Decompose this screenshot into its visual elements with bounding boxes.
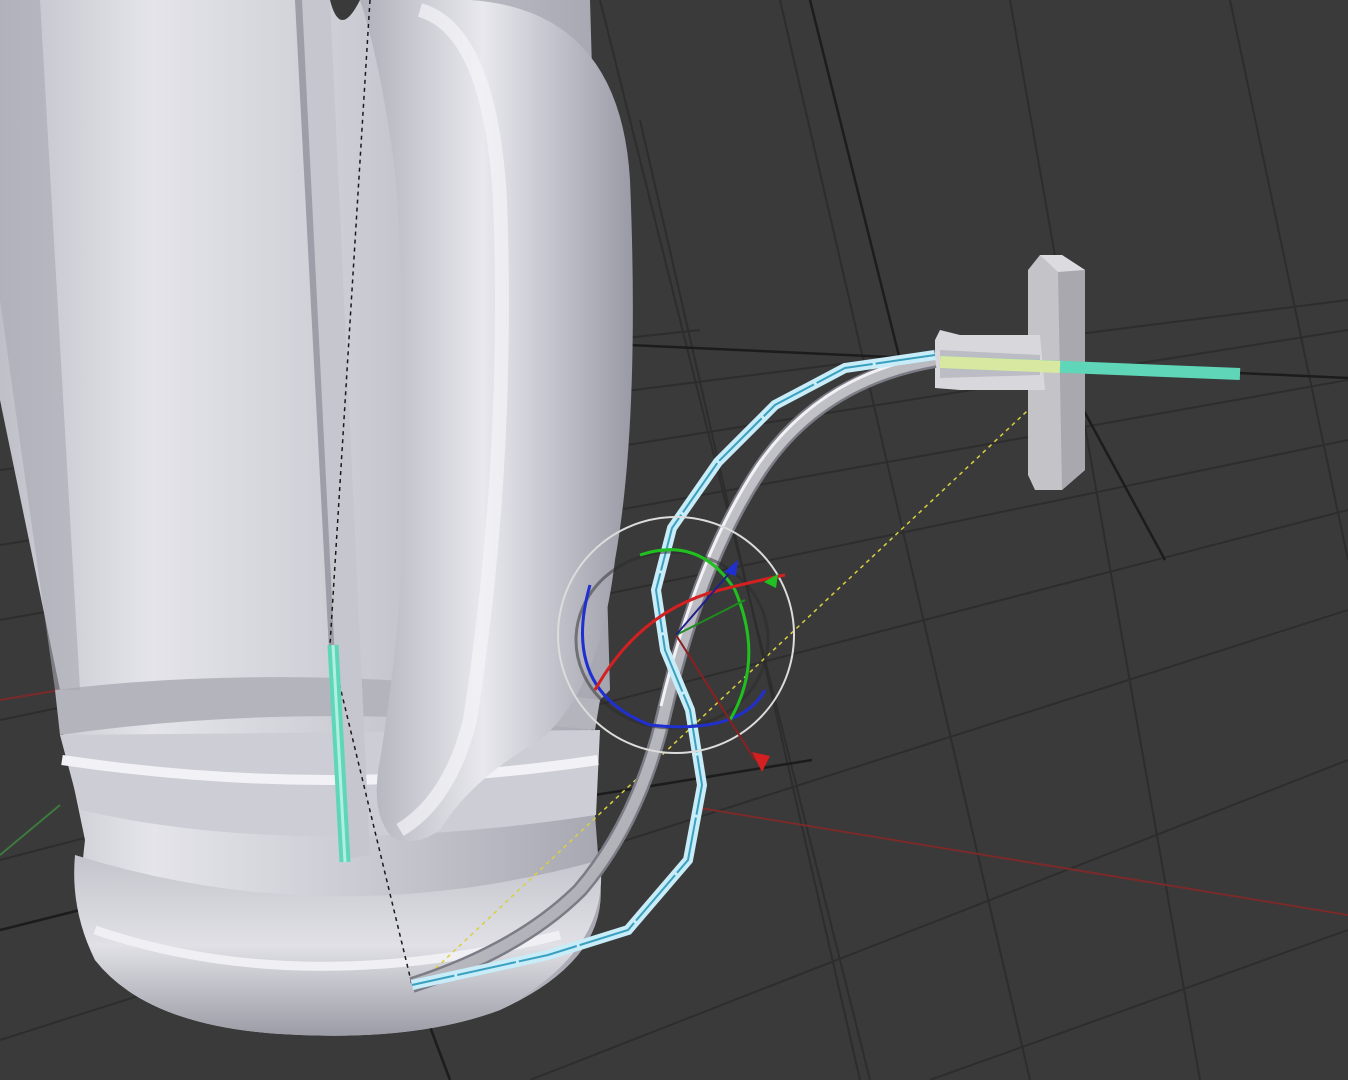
viewport-canvas[interactable] [0, 0, 1348, 1080]
3d-viewport[interactable] [0, 0, 1348, 1080]
y-axis-handle [764, 574, 778, 588]
